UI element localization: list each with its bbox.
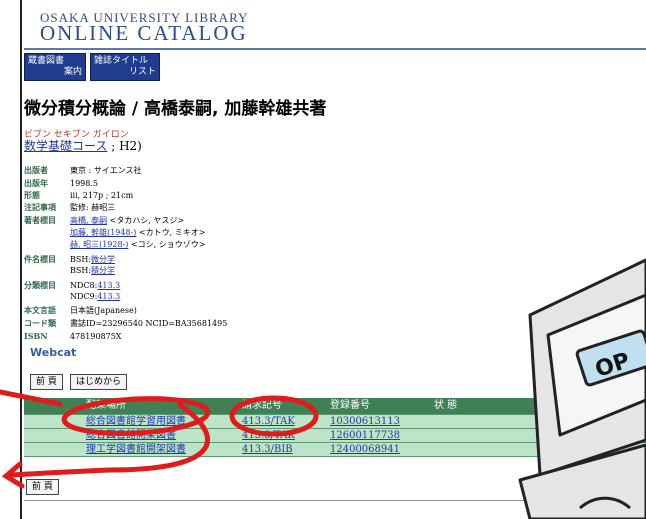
cartoon-computer-illustration: OP (518, 258, 646, 519)
field-author-2: 加藤, 幹雄(1948-) <カトウ, ミキオ> (70, 228, 206, 237)
location-link[interactable]: 理工学図書館開架図書 (86, 444, 186, 455)
header-location: 配架場所 (86, 400, 126, 411)
author-link-1[interactable]: 高橋, 泰嗣 (70, 216, 107, 225)
nav-book-guide-button[interactable]: 蔵書図書 案内 (24, 53, 86, 81)
record-title: 微分積分概論 / 高橋泰嗣, 加藤幹雄共著 (24, 99, 327, 119)
field-author-3: 赫, 昭三(1928-) <コシ, ショウゾウ> (70, 240, 206, 249)
registration-number-link[interactable]: 12600117738 (330, 430, 400, 441)
field-language: 本文言語 日本語(Japanese) (24, 305, 137, 315)
classification-link-2[interactable]: 413.3 (97, 292, 120, 301)
author-link-3[interactable]: 赫, 昭三(1928-) (70, 240, 128, 249)
series-suffix: ; H2) (107, 139, 142, 153)
field-classification-2: NDC9:413.3 (70, 292, 121, 301)
webcat-link[interactable]: Webcat (30, 346, 76, 359)
header-status: 状 態 (434, 400, 458, 411)
prev-page-button-bottom[interactable]: 前 頁 (26, 479, 59, 495)
field-subject-2: BSH:積分学 (70, 266, 116, 275)
nav-journal-list-button[interactable]: 雑誌タイトル リスト (90, 53, 160, 81)
field-subject-1: 件名標目 BSH:微分学 (24, 254, 116, 264)
field-notes: 注記事項 監修: 赫昭三 (24, 202, 116, 212)
call-number-link[interactable]: 413.3/TAK (242, 416, 295, 427)
field-author-1: 著者標目 高橋, 泰嗣 <タカハシ, ヤスジ> (24, 215, 185, 225)
series-link[interactable]: 数学基礎コース (24, 139, 107, 153)
subject-link-1[interactable]: 微分学 (91, 255, 115, 264)
series-line: 数学基礎コース ; H2) (24, 137, 142, 154)
header-divider (24, 48, 646, 50)
catalog-title: ONLINE CATALOG (40, 21, 248, 45)
registration-number-link[interactable]: 12400068941 (330, 444, 400, 455)
call-number-link[interactable]: 413.3/TAK (242, 430, 295, 441)
header-registration-number: 登録番号 (330, 400, 370, 411)
location-link[interactable]: 総合図書館開架図書 (86, 430, 176, 441)
call-number-link[interactable]: 413.3/BIB (242, 444, 293, 455)
classification-link-1[interactable]: 413.3 (97, 281, 120, 290)
first-page-button[interactable]: はじめから (70, 374, 128, 390)
header-call-number: 請求記号 (242, 400, 282, 411)
subject-link-2[interactable]: 積分学 (91, 266, 115, 275)
field-isbn: ISBN 478190875X (24, 331, 122, 341)
location-link[interactable]: 総合図書館学習用図書 (86, 416, 186, 427)
field-classification-1: 分類標目 NDC8:413.3 (24, 280, 121, 290)
field-publisher: 出版者 東京 : サイエンス社 (24, 165, 142, 175)
registration-number-link[interactable]: 10300613113 (330, 416, 400, 427)
field-codes: コード類 書誌ID=23296540 NCID=BA35681495 (24, 318, 228, 328)
left-border (20, 0, 22, 519)
prev-page-button[interactable]: 前 頁 (30, 374, 63, 390)
field-pub-year: 出版年 1998.5 (24, 178, 98, 188)
field-extent: 形態 iii, 217p ; 21cm (24, 190, 134, 200)
author-link-2[interactable]: 加藤, 幹雄(1948-) (70, 228, 136, 237)
